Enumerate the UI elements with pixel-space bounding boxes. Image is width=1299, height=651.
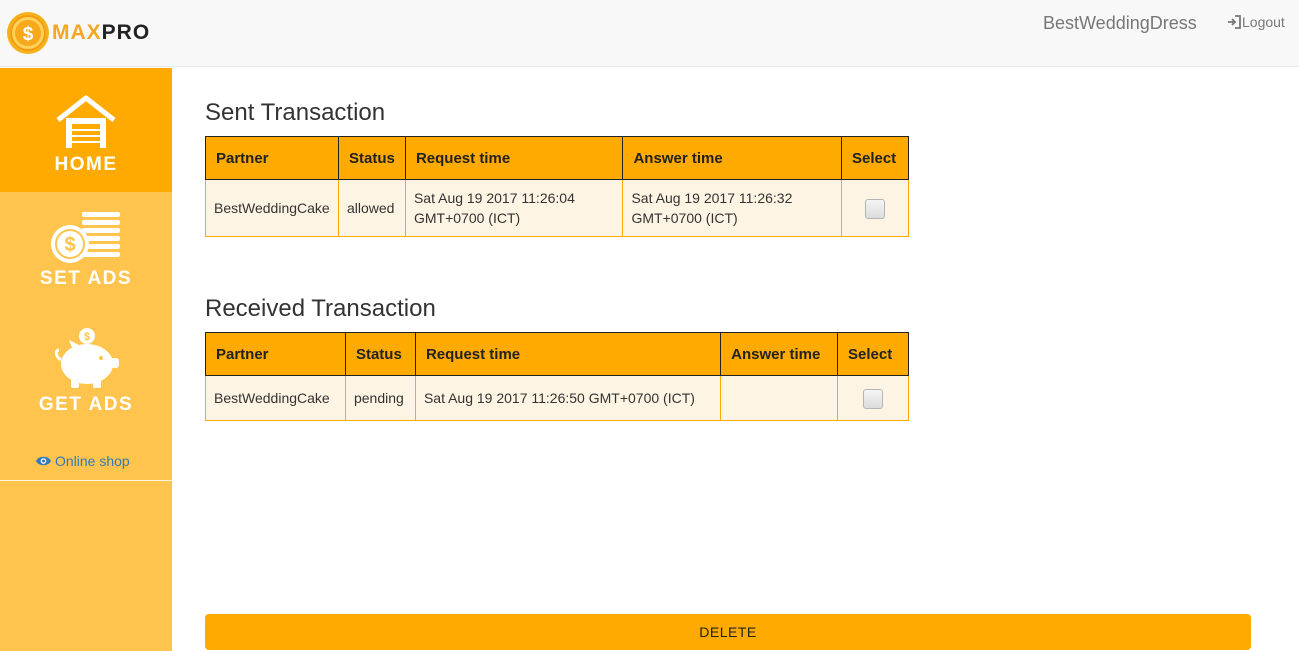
column-header-status: Status: [337, 136, 406, 180]
cell-answer-time: Sat Aug 19 2017 11:26:32 GMT+0700 (ICT): [622, 179, 842, 237]
column-header-select: Select: [837, 332, 909, 376]
column-header-partner: Partner: [205, 136, 339, 180]
svg-text:$: $: [64, 234, 75, 256]
received-transaction-table: Partner Status Request time Answer time …: [205, 332, 909, 421]
sidebar-item-label: GET ADS: [38, 394, 134, 415]
table-header-row: Partner Status Request time Answer time …: [205, 136, 910, 180]
delete-button[interactable]: DELETE: [205, 614, 1251, 650]
sidebar-item-label: HOME: [54, 154, 118, 175]
column-header-select: Select: [840, 136, 910, 180]
svg-text:$: $: [23, 24, 34, 45]
coins-stack-icon: $: [51, 212, 120, 263]
table-header-row: Partner Status Request time Answer time …: [205, 332, 909, 376]
row-select-checkbox[interactable]: [864, 198, 885, 219]
brand-logo[interactable]: $ MAXPRO: [6, 11, 150, 55]
online-shop-label: Online shop: [55, 453, 130, 469]
received-transaction-title: Received Transaction: [205, 295, 436, 322]
sidebar-item-set-ads[interactable]: $ SET ADS: [0, 192, 172, 308]
column-header-partner: Partner: [205, 332, 346, 376]
cell-answer-time: [720, 375, 838, 421]
coin-logo-icon: $: [7, 12, 49, 54]
column-header-answer-time: Answer time: [720, 332, 838, 376]
cell-partner: BestWeddingCake: [205, 375, 346, 421]
column-header-status: Status: [344, 332, 416, 376]
sent-transaction-table: Partner Status Request time Answer time …: [205, 136, 910, 237]
piggy-bank-icon: $: [54, 328, 119, 388]
brand-name: MAXPRO: [52, 21, 151, 44]
svg-text:$: $: [84, 331, 90, 343]
sidebar: HOME $ SET ADS $ GET ADS Online shop: [0, 68, 172, 651]
sidebar-divider: [0, 480, 172, 481]
column-header-answer-time: Answer time: [622, 136, 842, 180]
cell-status: pending: [344, 375, 416, 421]
column-header-request-time: Request time: [404, 136, 624, 180]
table-row: BestWeddingCake allowed Sat Aug 19 2017 …: [205, 179, 910, 237]
logout-label: Logout: [1242, 14, 1285, 30]
sidebar-item-home[interactable]: HOME: [0, 68, 172, 192]
cell-request-time: Sat Aug 19 2017 11:26:50 GMT+0700 (ICT): [414, 375, 722, 421]
sidebar-item-label: SET ADS: [39, 268, 133, 289]
row-select-checkbox[interactable]: [863, 388, 883, 409]
sidebar-item-get-ads[interactable]: $ GET ADS: [0, 308, 172, 428]
current-user-name[interactable]: BestWeddingDress: [1043, 13, 1197, 34]
sent-transaction-title: Sent Transaction: [205, 99, 386, 126]
online-shop-link[interactable]: Online shop: [36, 453, 130, 469]
column-header-request-time: Request time: [414, 332, 722, 376]
cell-partner: BestWeddingCake: [205, 179, 339, 237]
cell-status: allowed: [337, 179, 406, 237]
cell-select: [837, 375, 909, 421]
cell-select: [840, 179, 910, 237]
garage-home-icon: [56, 95, 116, 148]
logout-link[interactable]: Logout: [1227, 14, 1285, 30]
logout-icon: [1228, 15, 1241, 29]
eye-icon: [36, 456, 51, 466]
top-navbar: $ MAXPRO BestWeddingDress Logout: [0, 0, 1299, 67]
table-row: BestWeddingCake pending Sat Aug 19 2017 …: [205, 375, 909, 421]
cell-request-time: Sat Aug 19 2017 11:26:04 GMT+0700 (ICT): [404, 179, 624, 237]
